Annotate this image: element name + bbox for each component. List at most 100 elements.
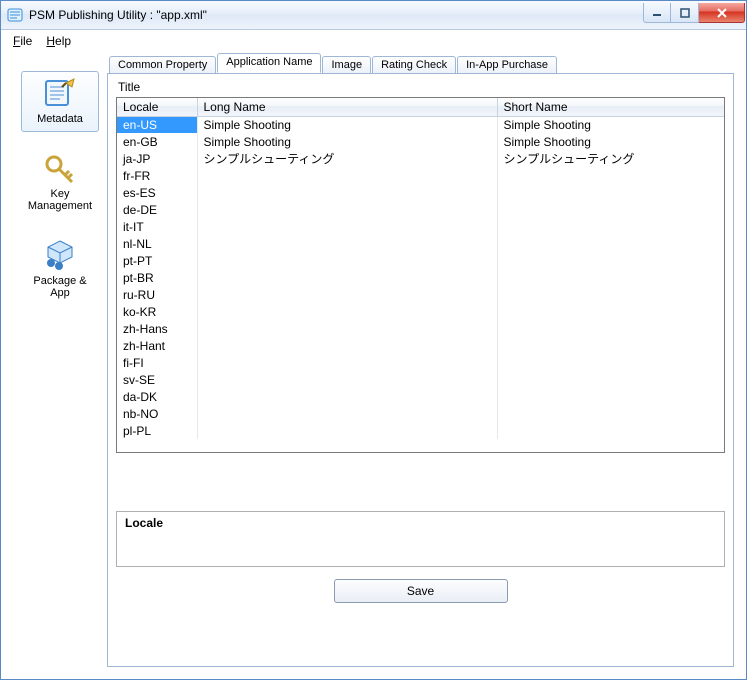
table-row[interactable]: ru-RU: [117, 286, 724, 303]
cell-short-name[interactable]: [497, 405, 724, 422]
table-row[interactable]: ja-JPシンプルシューティングシンプルシューティング: [117, 150, 724, 167]
col-header-long-name[interactable]: Long Name: [197, 98, 497, 116]
cell-short-name[interactable]: [497, 422, 724, 439]
cell-locale[interactable]: nb-NO: [117, 405, 197, 422]
sidebar-item-metadata[interactable]: Metadata: [21, 71, 99, 132]
cell-long-name[interactable]: [197, 337, 497, 354]
menu-help[interactable]: Help: [46, 34, 71, 48]
cell-locale[interactable]: ja-JP: [117, 150, 197, 167]
cell-long-name[interactable]: [197, 354, 497, 371]
cell-long-name[interactable]: [197, 303, 497, 320]
cell-short-name[interactable]: [497, 286, 724, 303]
cell-short-name[interactable]: [497, 371, 724, 388]
sidebar-item-label: Package & App: [33, 275, 86, 299]
cell-long-name[interactable]: [197, 405, 497, 422]
cell-short-name[interactable]: [497, 235, 724, 252]
table-row[interactable]: es-ES: [117, 184, 724, 201]
cell-locale[interactable]: es-ES: [117, 184, 197, 201]
tabstrip: Common Property Application Name Image R…: [107, 53, 734, 73]
cell-locale[interactable]: ru-RU: [117, 286, 197, 303]
cell-short-name[interactable]: [497, 320, 724, 337]
table-row[interactable]: en-GBSimple ShootingSimple Shooting: [117, 133, 724, 150]
table-row[interactable]: ko-KR: [117, 303, 724, 320]
cell-short-name[interactable]: [497, 218, 724, 235]
cell-long-name[interactable]: [197, 422, 497, 439]
cell-long-name[interactable]: [197, 184, 497, 201]
package-icon: [40, 238, 80, 272]
cell-locale[interactable]: en-GB: [117, 133, 197, 150]
sidebar-item-key-management[interactable]: Key Management: [21, 146, 99, 219]
cell-locale[interactable]: sv-SE: [117, 371, 197, 388]
sidebar-item-label: Key Management: [28, 188, 92, 212]
cell-long-name[interactable]: [197, 269, 497, 286]
cell-locale[interactable]: pt-PT: [117, 252, 197, 269]
table-row[interactable]: zh-Hant: [117, 337, 724, 354]
cell-short-name[interactable]: [497, 252, 724, 269]
tab-common-property[interactable]: Common Property: [109, 56, 216, 74]
cell-locale[interactable]: de-DE: [117, 201, 197, 218]
tab-image[interactable]: Image: [322, 56, 371, 74]
titlebar[interactable]: PSM Publishing Utility : "app.xml": [1, 1, 746, 30]
cell-locale[interactable]: pt-BR: [117, 269, 197, 286]
cell-locale[interactable]: fi-FI: [117, 354, 197, 371]
col-header-locale[interactable]: Locale: [117, 98, 197, 116]
maximize-button[interactable]: [671, 3, 699, 23]
cell-locale[interactable]: pl-PL: [117, 422, 197, 439]
cell-long-name[interactable]: [197, 388, 497, 405]
cell-locale[interactable]: en-US: [117, 116, 197, 133]
cell-short-name[interactable]: Simple Shooting: [497, 116, 724, 133]
table-row[interactable]: zh-Hans: [117, 320, 724, 337]
minimize-button[interactable]: [643, 3, 671, 23]
col-header-short-name[interactable]: Short Name: [497, 98, 724, 116]
table-row[interactable]: nl-NL: [117, 235, 724, 252]
cell-long-name[interactable]: [197, 218, 497, 235]
tab-rating-check[interactable]: Rating Check: [372, 56, 456, 74]
cell-locale[interactable]: zh-Hans: [117, 320, 197, 337]
cell-locale[interactable]: da-DK: [117, 388, 197, 405]
table-row[interactable]: en-USSimple ShootingSimple Shooting: [117, 116, 724, 133]
table-row[interactable]: de-DE: [117, 201, 724, 218]
menu-file[interactable]: File: [13, 34, 32, 48]
cell-long-name[interactable]: [197, 252, 497, 269]
cell-short-name[interactable]: [497, 354, 724, 371]
table-row[interactable]: pl-PL: [117, 422, 724, 439]
cell-locale[interactable]: ko-KR: [117, 303, 197, 320]
cell-long-name[interactable]: [197, 235, 497, 252]
table-row[interactable]: pt-PT: [117, 252, 724, 269]
tab-application-name[interactable]: Application Name: [217, 53, 321, 73]
cell-short-name[interactable]: [497, 269, 724, 286]
cell-long-name[interactable]: シンプルシューティング: [197, 150, 497, 167]
tab-in-app-purchase[interactable]: In-App Purchase: [457, 56, 557, 74]
menubar: File Help: [1, 30, 746, 52]
table-row[interactable]: da-DK: [117, 388, 724, 405]
cell-long-name[interactable]: [197, 286, 497, 303]
cell-short-name[interactable]: [497, 303, 724, 320]
table-row[interactable]: pt-BR: [117, 269, 724, 286]
cell-short-name[interactable]: [497, 388, 724, 405]
table-row[interactable]: nb-NO: [117, 405, 724, 422]
cell-locale[interactable]: fr-FR: [117, 167, 197, 184]
cell-long-name[interactable]: Simple Shooting: [197, 116, 497, 133]
save-button[interactable]: Save: [334, 579, 508, 603]
cell-short-name[interactable]: Simple Shooting: [497, 133, 724, 150]
cell-locale[interactable]: zh-Hant: [117, 337, 197, 354]
cell-short-name[interactable]: [497, 184, 724, 201]
cell-short-name[interactable]: シンプルシューティング: [497, 150, 724, 167]
cell-locale[interactable]: it-IT: [117, 218, 197, 235]
close-button[interactable]: [699, 3, 745, 23]
cell-long-name[interactable]: [197, 371, 497, 388]
cell-long-name[interactable]: [197, 320, 497, 337]
cell-short-name[interactable]: [497, 167, 724, 184]
cell-locale[interactable]: nl-NL: [117, 235, 197, 252]
cell-short-name[interactable]: [497, 337, 724, 354]
table-row[interactable]: sv-SE: [117, 371, 724, 388]
cell-long-name[interactable]: [197, 167, 497, 184]
cell-short-name[interactable]: [497, 201, 724, 218]
cell-long-name[interactable]: [197, 201, 497, 218]
cell-long-name[interactable]: Simple Shooting: [197, 133, 497, 150]
title-grid[interactable]: Locale Long Name Short Name en-USSimple …: [116, 97, 725, 453]
table-row[interactable]: it-IT: [117, 218, 724, 235]
table-row[interactable]: fr-FR: [117, 167, 724, 184]
table-row[interactable]: fi-FI: [117, 354, 724, 371]
sidebar-item-package-app[interactable]: Package & App: [21, 233, 99, 306]
